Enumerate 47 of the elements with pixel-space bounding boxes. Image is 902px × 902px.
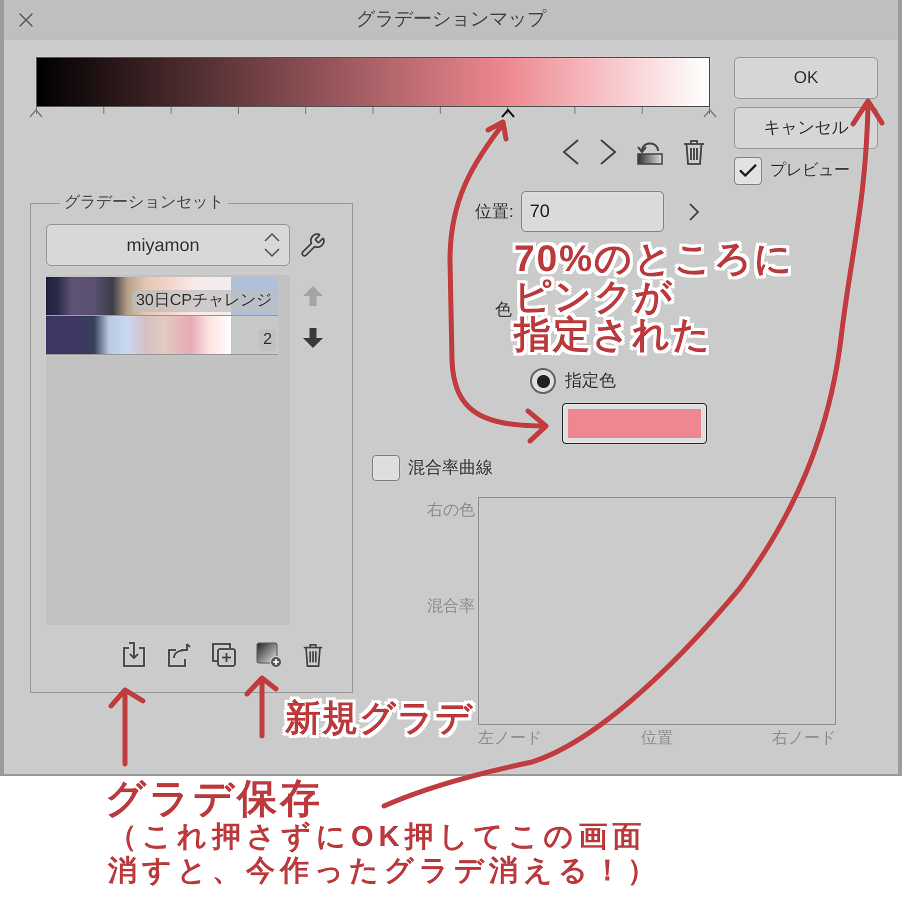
position-input[interactable]: 70 (520, 191, 664, 232)
down-arrow-icon[interactable] (302, 327, 324, 349)
trash-icon[interactable] (682, 138, 706, 166)
box-arrow-in-icon[interactable] (121, 642, 147, 668)
panel-title: グラデーションセット (63, 194, 225, 212)
trash-icon[interactable] (301, 642, 325, 668)
window-title: グラデーションマップ (356, 8, 546, 32)
annotation-text: 70%のところに (514, 240, 794, 278)
node-marker[interactable] (29, 108, 43, 118)
position-label: 位置: (475, 200, 514, 223)
box-arrow-out-icon[interactable] (166, 642, 192, 668)
preset-dropdown[interactable]: miyamon (46, 224, 290, 266)
radio-label: 指定色 (565, 370, 616, 392)
stacked-squares-plus-icon[interactable] (211, 642, 237, 668)
up-down-chevron-icon (263, 231, 281, 259)
node-marker[interactable] (500, 108, 515, 118)
axis-label: 左ノード (478, 729, 542, 749)
gradient-square-plus-icon[interactable] (256, 642, 282, 668)
chevron-right-icon[interactable] (686, 202, 701, 222)
axis-label: 右ノード (772, 729, 836, 749)
item-name-label: 2 (259, 329, 276, 351)
item-name-label: 30日CPチャレンジ (132, 290, 276, 312)
axis-label: 右の色 (427, 501, 475, 521)
dialog-button[interactable]: キャンセル (734, 107, 878, 149)
node-marker[interactable] (703, 108, 717, 118)
annotation-text: 指定された (514, 316, 712, 354)
annotation-text: ピンクが (514, 278, 674, 316)
checkbox-label: 混合率曲線 (408, 457, 493, 480)
annotation-text: グラデ保存 (105, 778, 323, 820)
dialog-button[interactable]: OK (734, 57, 878, 99)
color-swatch-button[interactable] (562, 403, 707, 444)
chevron-left-icon[interactable] (561, 138, 581, 166)
gradient-bar[interactable] (36, 57, 710, 107)
annotation-text: 消すと、今作ったグラデ消える！） (108, 854, 661, 888)
checkbox[interactable] (734, 157, 762, 185)
axis-label: 混合率 (427, 597, 475, 617)
gradient-list-item[interactable]: 2 (46, 316, 278, 355)
color-label: 色 (495, 300, 512, 320)
checkbox[interactable] (372, 455, 400, 481)
radio-button[interactable] (530, 368, 556, 394)
gradient-list-item[interactable]: 30日CPチャレンジ (46, 277, 278, 316)
annotation-text: 新規グラデ (285, 697, 473, 739)
checkbox-label: プレビュー (770, 160, 850, 181)
chevron-right-icon[interactable] (598, 138, 618, 166)
annotation-text: （これ押さずにOK押してこの画面 (108, 820, 646, 854)
wrench-icon[interactable] (300, 232, 326, 258)
axis-label: 位置 (641, 729, 673, 749)
